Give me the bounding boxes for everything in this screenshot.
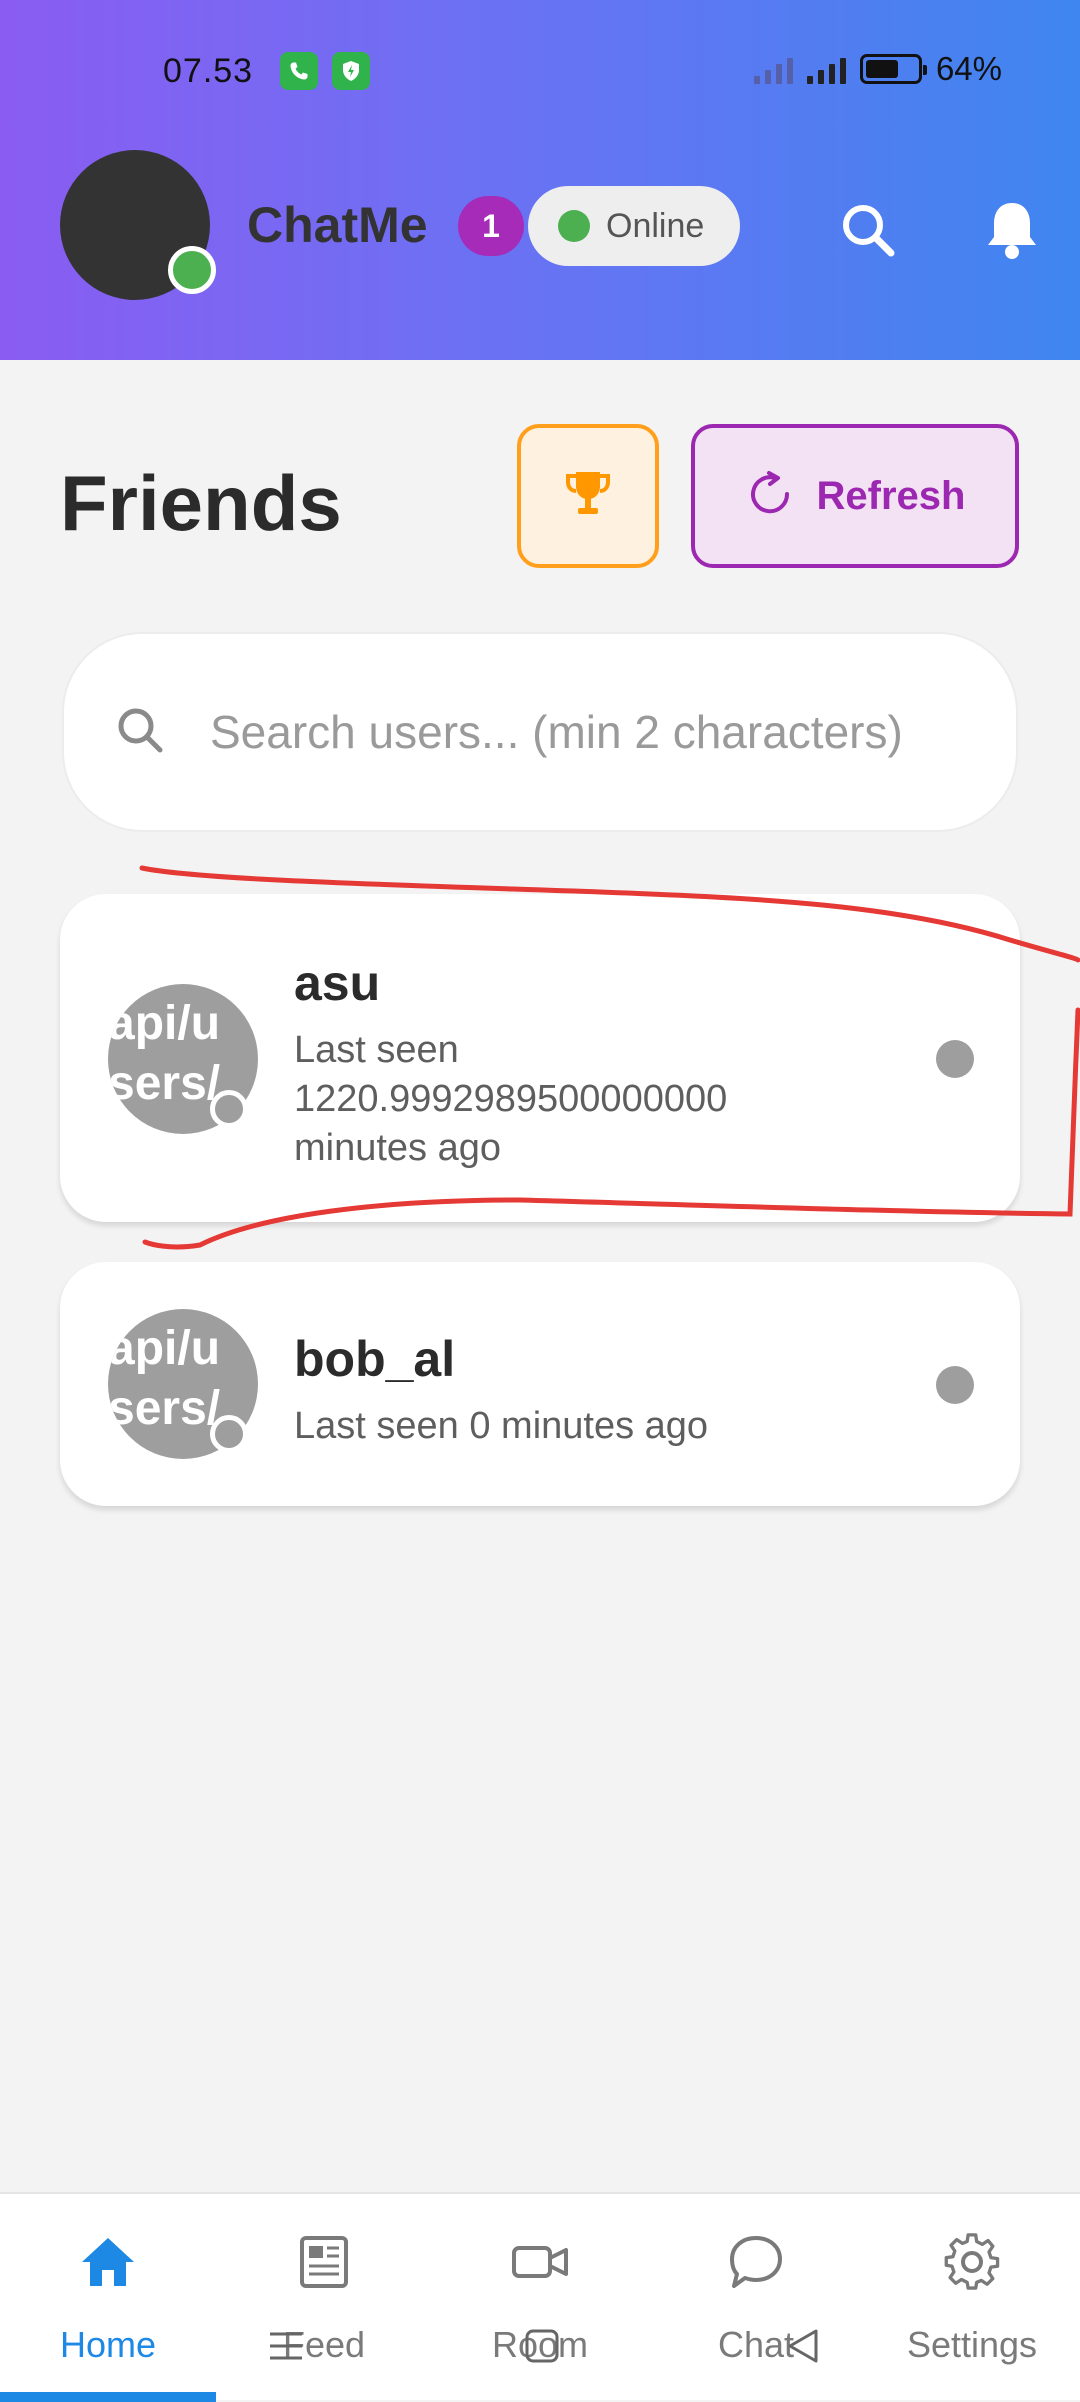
nav-feed[interactable]: Feed [216,2194,432,2402]
phone-call-icon [280,52,318,90]
refresh-label: Refresh [816,473,966,518]
battery-percent: 64% [935,50,1002,87]
signal-1-icon [753,54,793,84]
friend-last-seen: Last seen 0 minutes ago [294,1405,709,1447]
gear-icon [942,2232,1002,2292]
app-title: ChatMe [247,197,428,253]
friend-name: bob_al [294,1331,456,1387]
home-icon [78,2232,138,2292]
leaderboard-button[interactable] [517,424,659,568]
avatar-online-indicator [168,246,216,294]
battery-icon [859,54,927,84]
friend-last-seen: Last seen 1220.9992989500000000 minutes … [294,1029,728,1169]
nav-chat-label: Chat [717,2324,795,2365]
feed-icon [294,2232,354,2292]
nav-chat[interactable]: Chat [648,2194,864,2402]
nav-room[interactable]: Room [432,2194,648,2402]
status-time: 07.53 [163,52,254,90]
status-indicators: 64% [753,50,1002,88]
bottom-navigation: Home Feed Room Chat Settings [0,2192,1080,2402]
nav-room-label: Room [491,2324,589,2365]
shield-icon [332,52,370,90]
friend-name: asu [294,955,381,1011]
search-bar[interactable] [62,632,1018,832]
friend-status-indicator [210,1415,248,1453]
friend-card[interactable]: api/u sers/ asu Last seen 1220.999298950… [60,894,1020,1222]
nav-settings-label: Settings [906,2324,1038,2365]
online-status-label: Online [606,206,705,245]
trophy-icon [560,466,616,527]
online-status-chip[interactable]: Online [528,186,740,266]
battery-level [865,60,898,78]
video-icon [510,2232,570,2292]
friend-card[interactable]: api/u sers/ bob_al Last seen 0 minutes a… [60,1262,1020,1506]
nav-home[interactable]: Home [0,2194,216,2402]
refresh-icon [745,469,795,524]
bell-icon[interactable] [972,190,1052,270]
signal-4g-icon [806,54,846,84]
search-field-icon [112,702,168,763]
refresh-button[interactable]: Refresh [691,424,1019,568]
presence-dot [936,1366,974,1404]
notification-badge: 1 [458,196,524,256]
chat-icon [726,2232,786,2292]
search-icon[interactable] [828,190,908,270]
user-avatar[interactable] [60,150,216,300]
nav-active-indicator [0,2392,216,2402]
presence-dot [936,1040,974,1078]
online-dot-icon [558,210,590,242]
app-header: 07.53 64% ChatMe 1 Online [0,0,1080,360]
friend-status-indicator [210,1090,248,1128]
nav-home-label: Home [59,2324,157,2365]
search-input[interactable] [208,704,968,760]
nav-feed-label: Feed [282,2324,366,2365]
page-title: Friends [60,459,342,547]
nav-settings[interactable]: Settings [864,2194,1080,2402]
